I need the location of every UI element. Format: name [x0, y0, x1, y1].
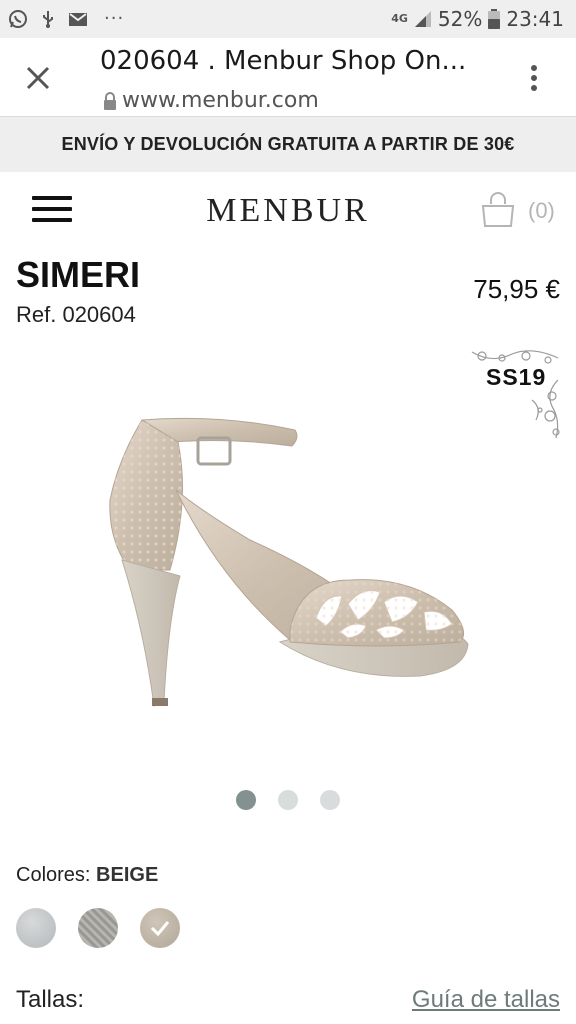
- shipping-banner: ENVÍO Y DEVOLUCIÓN GRATUITA A PARTIR DE …: [0, 116, 576, 172]
- image-carousel-dots: [236, 790, 340, 810]
- checkmark-icon: [150, 921, 170, 937]
- size-guide-link[interactable]: Guía de tallas: [412, 986, 560, 1014]
- signal-icon: [414, 11, 431, 27]
- usb-icon: [43, 10, 53, 28]
- notification-overflow: ···: [104, 8, 125, 29]
- color-swatch-grey[interactable]: [78, 908, 118, 948]
- sizes-label: Tallas:: [16, 986, 85, 1013]
- product-image[interactable]: [80, 380, 480, 740]
- clock: 23:41: [506, 7, 564, 31]
- color-swatches: [16, 908, 180, 948]
- more-vert-icon[interactable]: [524, 62, 544, 94]
- shipping-banner-text: ENVÍO Y DEVOLUCIÓN GRATUITA A PARTIR DE …: [61, 134, 515, 154]
- color-swatch-beige[interactable]: [140, 908, 180, 948]
- colors-label: Colores: BEIGE: [16, 864, 158, 887]
- season-badge: SS19: [486, 364, 547, 390]
- colors-label-text: Colores:: [16, 864, 91, 886]
- selected-color: BEIGE: [96, 864, 159, 886]
- status-bar-system: 4G 52% 23:41: [391, 7, 564, 31]
- mail-icon: [69, 12, 87, 26]
- shopping-bag-icon[interactable]: [480, 192, 516, 228]
- cart-count[interactable]: (0): [528, 198, 555, 224]
- product-price: 75,95 €: [473, 274, 560, 304]
- lock-icon: [104, 92, 116, 110]
- color-swatch-silver[interactable]: [16, 908, 56, 948]
- page-url[interactable]: www.menbur.com: [122, 88, 319, 113]
- browser-toolbar: 020604 . Menbur Shop On... www.menbur.co…: [0, 38, 576, 116]
- product-name: SIMERI: [16, 254, 141, 295]
- close-icon[interactable]: [22, 62, 54, 94]
- page-title[interactable]: 020604 . Menbur Shop On...: [100, 46, 466, 76]
- battery-percentage: 52%: [437, 7, 483, 31]
- status-bar: ··· 4G 52% 23:41: [0, 0, 576, 38]
- status-bar-notifications: ···: [8, 8, 124, 29]
- battery-icon: [488, 9, 501, 29]
- product-ref: Ref. 020604: [16, 302, 136, 327]
- carousel-dot-3[interactable]: [320, 790, 340, 810]
- carousel-dot-1[interactable]: [236, 790, 256, 810]
- carousel-dot-2[interactable]: [278, 790, 298, 810]
- whatsapp-icon: [9, 9, 27, 28]
- site-header: MENBUR (0): [0, 172, 576, 252]
- network-type: 4G: [391, 12, 408, 25]
